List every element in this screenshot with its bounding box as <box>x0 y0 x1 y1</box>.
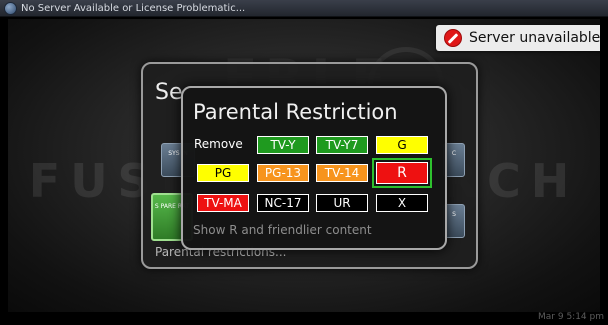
restriction-hint: Show R and friendlier content <box>193 223 372 237</box>
rating-tv-y-button[interactable]: TV-Y <box>257 136 309 154</box>
rating-x-button[interactable]: X <box>376 194 428 212</box>
rating-ur-button[interactable]: UR <box>316 194 368 212</box>
rating-tv-14-button[interactable]: TV-14 <box>316 164 368 182</box>
status-bar: Mar 9 5:14 pm <box>0 312 608 325</box>
rating-g-button[interactable]: G <box>376 136 428 154</box>
remove-label: Remove <box>194 137 243 151</box>
window-title: No Server Available or License Problemat… <box>21 2 246 14</box>
rating-r-button[interactable]: R <box>372 158 432 188</box>
window-titlebar: No Server Available or License Problemat… <box>0 0 608 17</box>
app-globe-icon <box>4 1 17 15</box>
server-status-text: Server unavailable <box>469 30 600 46</box>
media-center-screen: FRLE FUSION SEARCH Server unavailable Se… <box>8 19 600 312</box>
server-status-badge: Server unavailable <box>436 25 600 51</box>
clock-text: Mar 9 5:14 pm <box>538 312 604 322</box>
parental-restriction-dialog: Parental Restriction Remove TV-Y TV-Y7 G… <box>181 86 447 250</box>
rating-tv-ma-button[interactable]: TV-MA <box>197 194 249 212</box>
rating-nc-17-button[interactable]: NC-17 <box>257 194 309 212</box>
settings-panel-title: Se <box>155 80 183 105</box>
dialog-title: Parental Restriction <box>193 100 398 124</box>
rating-pg-13-button[interactable]: PG-13 <box>257 164 309 182</box>
rating-pg-button[interactable]: PG <box>197 164 249 182</box>
rating-tv-y7-button[interactable]: TV-Y7 <box>316 136 368 154</box>
no-entry-icon <box>444 29 462 47</box>
